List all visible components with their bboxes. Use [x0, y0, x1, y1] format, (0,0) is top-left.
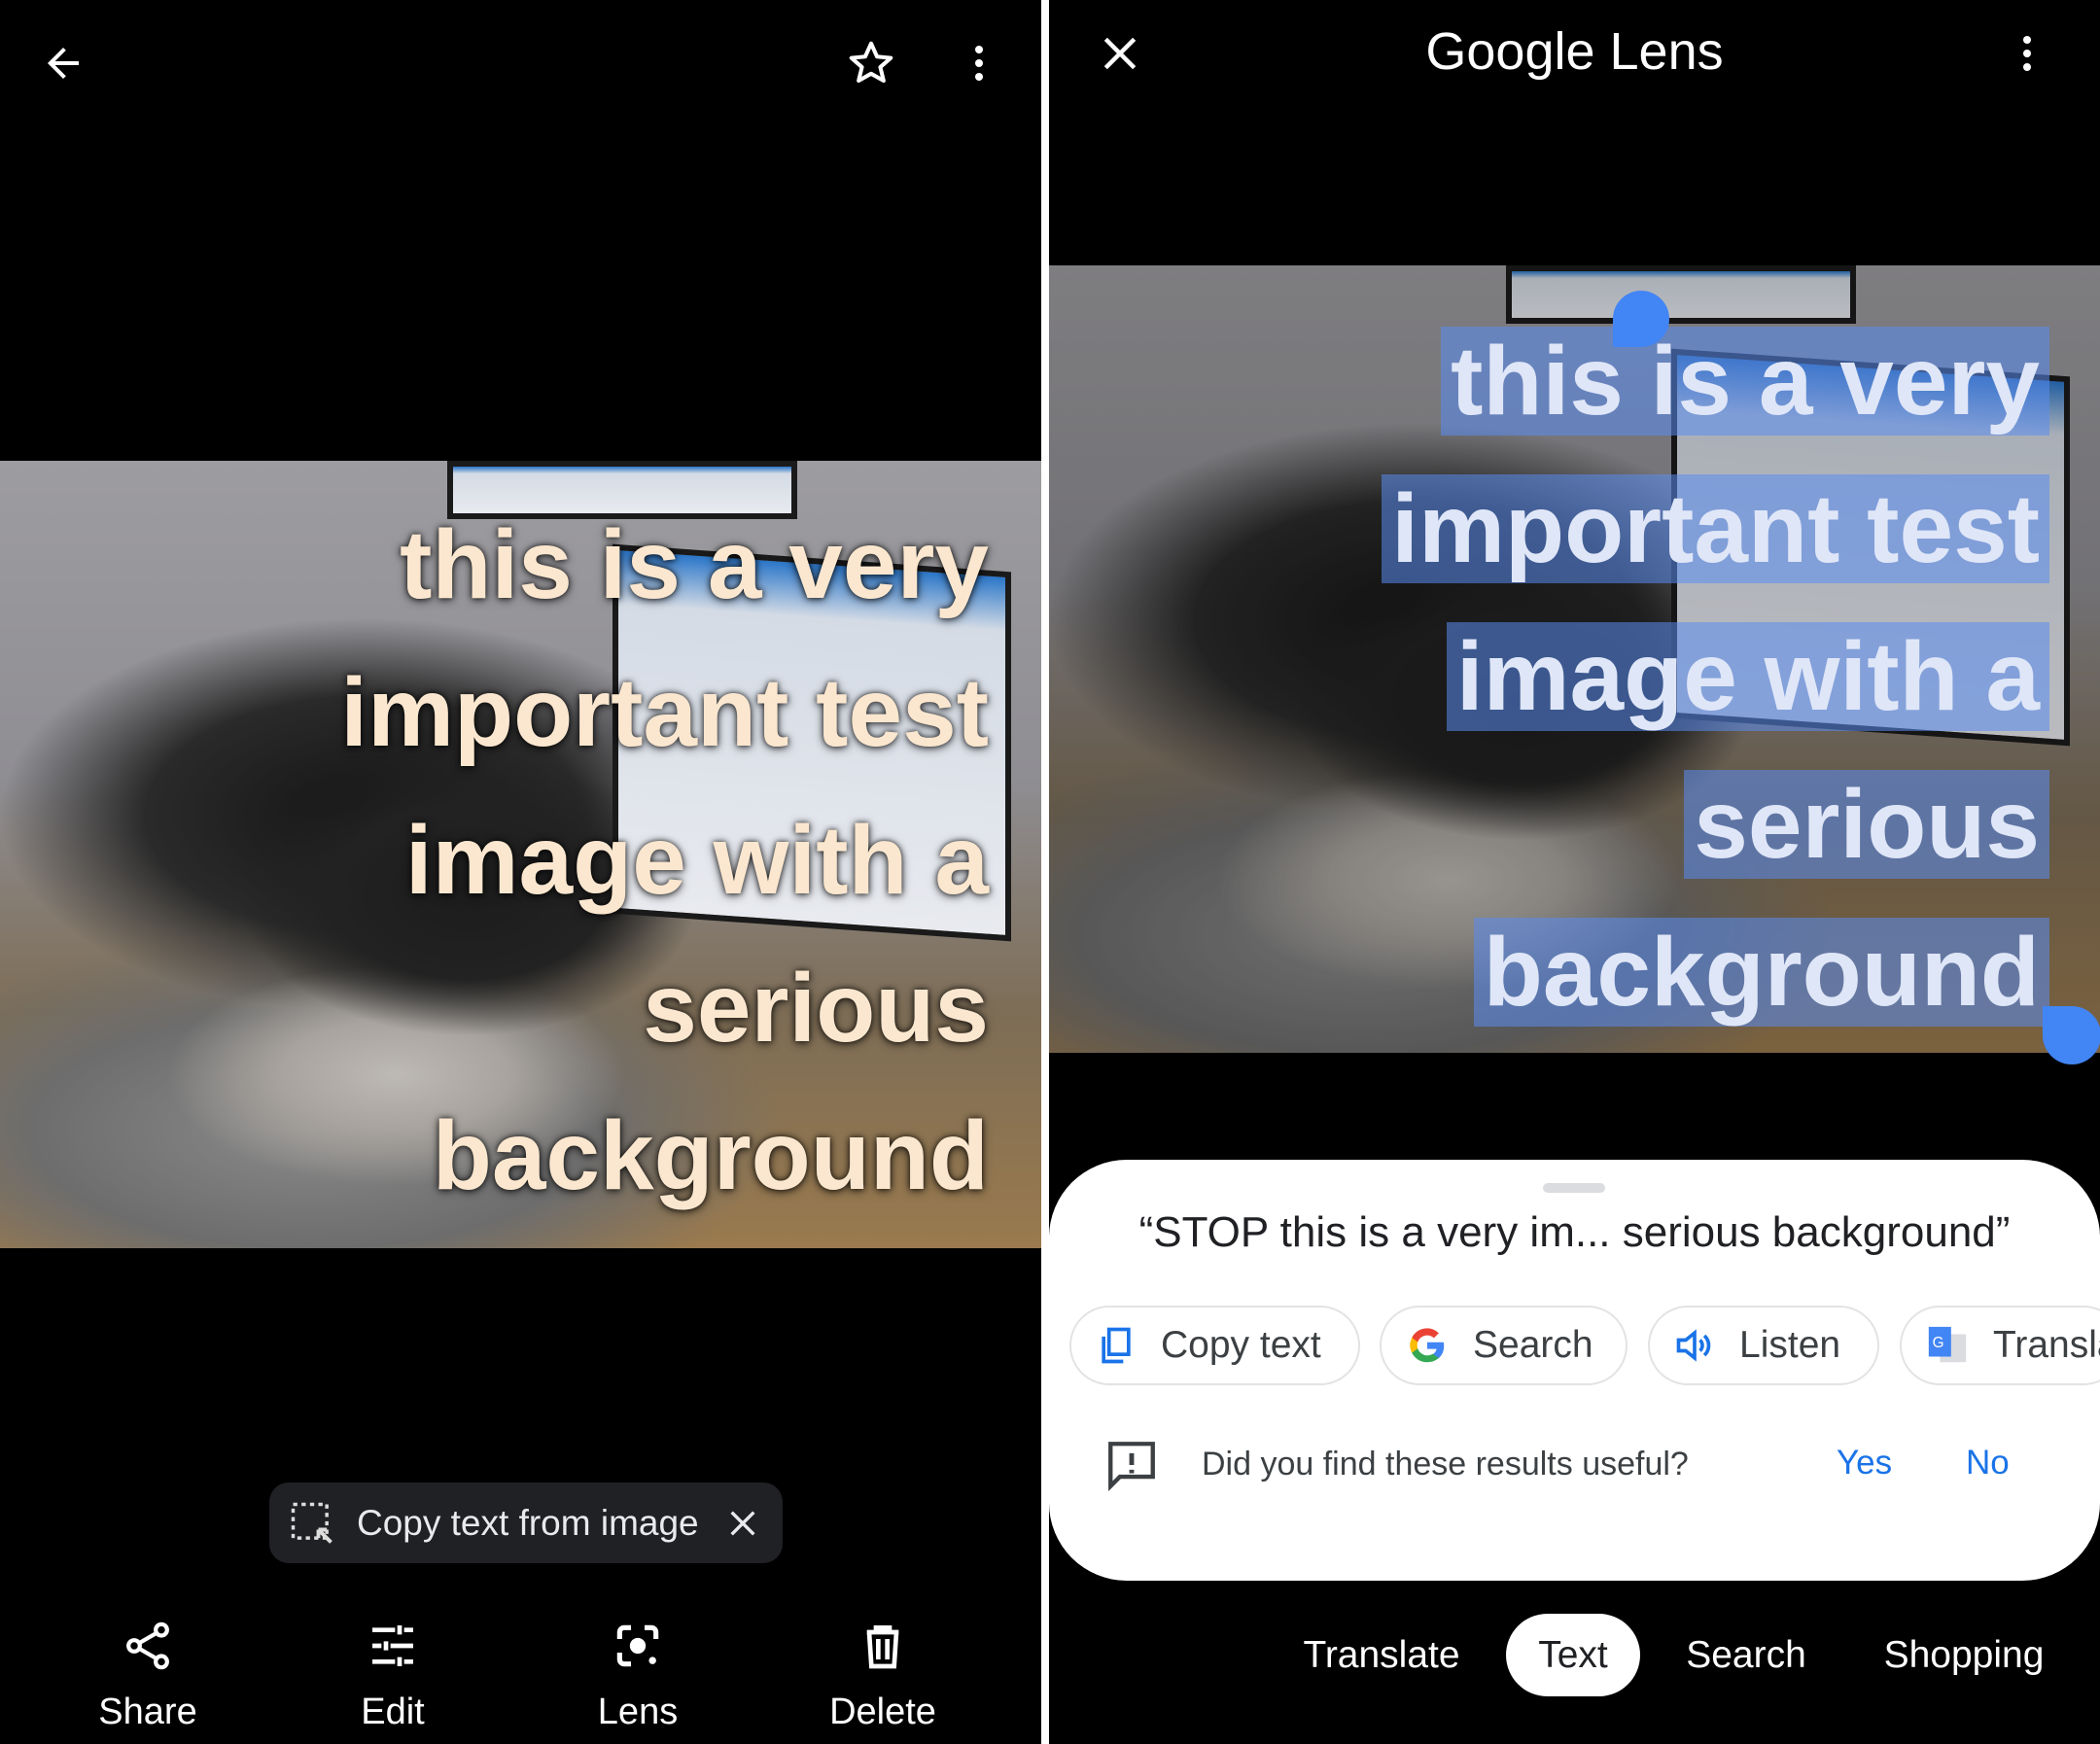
results-sheet: “STOP this is a very im... serious backg… [1049, 1160, 2100, 1581]
text-line: important test [340, 658, 989, 767]
selection-end-handle[interactable] [2043, 1006, 2100, 1064]
chip-label: Search [1473, 1324, 1593, 1366]
selected-text-line[interactable]: important test [1382, 474, 2049, 583]
more-vert-icon [2023, 36, 2031, 71]
text-line: serious [643, 954, 989, 1063]
google-g-icon [1410, 1328, 1445, 1363]
chip-label: Copy text [1161, 1324, 1321, 1366]
share-label: Share [98, 1692, 197, 1732]
selection-start-handle[interactable] [1613, 291, 1669, 347]
google-translate-icon: G [1928, 1326, 1967, 1363]
share-icon [126, 1622, 169, 1670]
selected-text-line[interactable]: this is a very [1441, 327, 2049, 436]
feedback-no-button[interactable]: No [1966, 1444, 2010, 1482]
text-select-icon [291, 1502, 332, 1544]
listen-button[interactable]: Listen [1648, 1306, 1879, 1385]
text-line: background [432, 1101, 989, 1210]
arrow-left-icon [48, 48, 79, 79]
more-options-button[interactable] [1998, 24, 2056, 83]
photo-viewer-panel: this is a very important test image with… [0, 0, 1041, 1744]
speaker-icon [1676, 1329, 1711, 1362]
more-vert-icon [975, 46, 983, 81]
chip-label: Listen [1739, 1324, 1841, 1366]
text-line: this is a very [400, 510, 989, 619]
tab-text[interactable]: Text [1506, 1614, 1640, 1696]
image-overlay-text: this is a very important test image with… [340, 491, 989, 1230]
back-button[interactable] [34, 34, 92, 92]
selected-text-line[interactable]: serious [1684, 770, 2049, 879]
copy-text-button[interactable]: Copy text [1069, 1306, 1360, 1385]
svg-text:G: G [1933, 1335, 1944, 1351]
tune-icon [372, 1625, 413, 1666]
selected-text-overlay[interactable]: this is a very important test image with… [1382, 307, 2049, 1046]
translate-button[interactable]: G Transla [1900, 1306, 2100, 1385]
drag-handle[interactable] [1543, 1183, 1605, 1193]
divider [1041, 0, 1049, 1744]
edit-button[interactable]: Edit [296, 1619, 490, 1733]
selected-text-line[interactable]: image with a [1446, 622, 2049, 731]
tab-search[interactable]: Search [1672, 1614, 1820, 1696]
favorite-button[interactable] [842, 34, 900, 92]
delete-label: Delete [829, 1692, 936, 1732]
text-line: image with a [404, 806, 989, 915]
edit-label: Edit [361, 1692, 425, 1732]
lens-icon [616, 1624, 659, 1667]
trash-icon [866, 1625, 899, 1669]
close-icon[interactable] [726, 1507, 759, 1540]
star-icon [849, 41, 893, 84]
more-options-button[interactable] [950, 34, 1008, 92]
delete-button[interactable]: Delete [786, 1619, 980, 1733]
copy-text-chip[interactable]: Copy text from image [269, 1482, 783, 1563]
share-button[interactable]: Share [51, 1619, 245, 1733]
chip-label: Transla [1993, 1324, 2100, 1366]
copy-text-label: Copy text from image [357, 1502, 699, 1543]
search-button[interactable]: Search [1380, 1306, 1628, 1385]
feedback-question: Did you find these results useful? [1202, 1446, 1689, 1482]
tab-translate[interactable]: Translate [1293, 1614, 1470, 1696]
feedback-icon [1108, 1442, 1155, 1492]
lens-button[interactable]: Lens [541, 1619, 735, 1733]
tab-shopping[interactable]: Shopping [1867, 1614, 2061, 1696]
lens-label: Lens [597, 1692, 679, 1732]
selected-text-line[interactable]: background [1473, 918, 2049, 1027]
copy-icon [1102, 1327, 1131, 1364]
feedback-yes-button[interactable]: Yes [1837, 1444, 1892, 1482]
detected-text-quote: “STOP this is a very im... serious backg… [1138, 1208, 2011, 1256]
app-title: Google Lens [1425, 22, 1724, 81]
